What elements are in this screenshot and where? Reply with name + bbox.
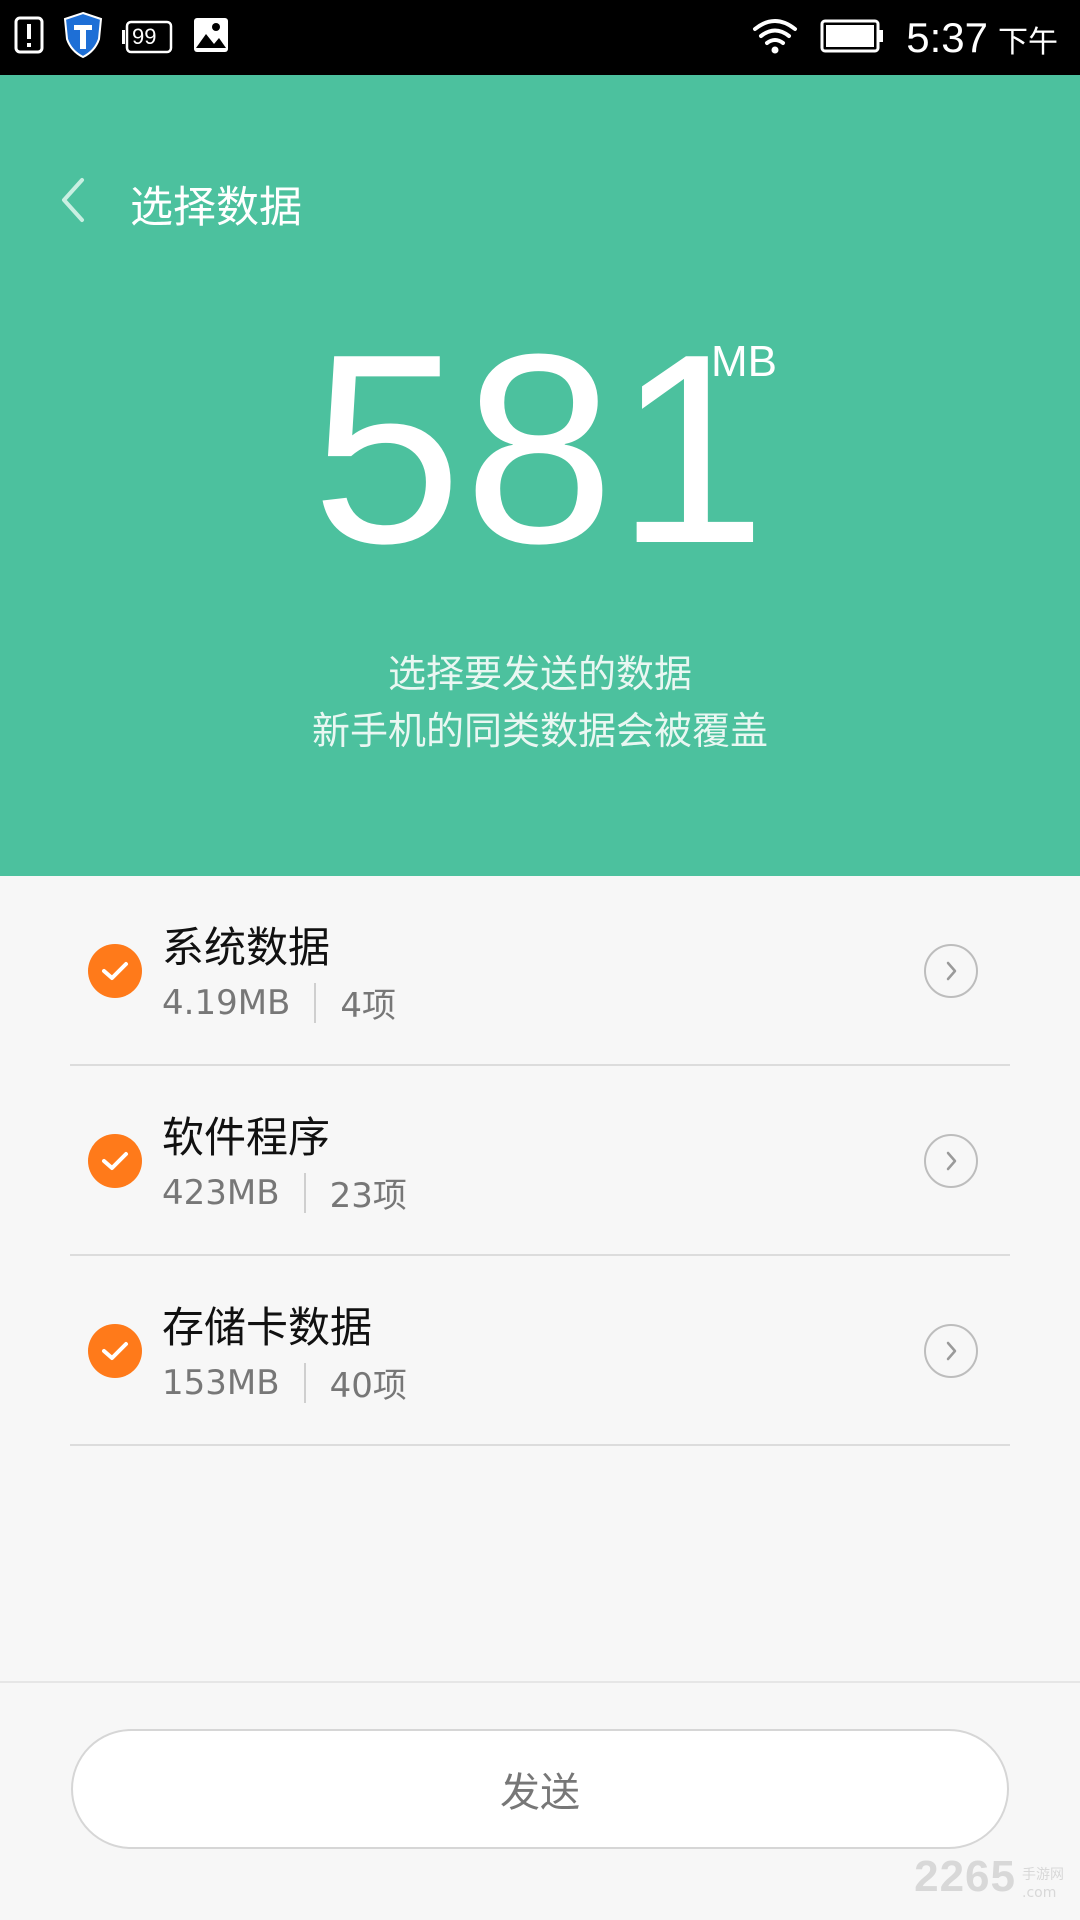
shield-icon (62, 11, 104, 63)
notification-count: 99 (132, 24, 157, 49)
check-icon (102, 1152, 128, 1170)
status-left-icons: 99 (14, 11, 230, 63)
divider (303, 1172, 306, 1213)
image-icon (192, 16, 230, 58)
watermark-suffix: .com (1022, 1885, 1057, 1901)
page-title: 选择数据 (130, 183, 302, 233)
item-size: 153MB (162, 1362, 280, 1403)
item-title: 系统数据 (162, 923, 331, 972)
item-count: 40项 (329, 1366, 407, 1406)
battery-icon (820, 19, 884, 57)
alert-icon (14, 16, 44, 58)
item-size: 4.19MB (162, 982, 291, 1023)
item-meta: 153MB 40项 (162, 1358, 407, 1407)
divider (314, 982, 317, 1023)
checkbox-apps[interactable] (88, 1134, 142, 1188)
back-button[interactable] (52, 170, 92, 230)
detail-button-system-data[interactable] (924, 944, 978, 998)
footer-divider (0, 1681, 1080, 1683)
status-right: 5:37 下午 (752, 8, 1058, 68)
item-size: 423MB (162, 1172, 280, 1213)
total-size-value: 581 (311, 299, 769, 600)
watermark-side: 手游网 .com (1022, 1866, 1064, 1902)
item-meta: 423MB 23项 (162, 1168, 407, 1217)
watermark-cn: 手游网 (1022, 1867, 1064, 1883)
checkbox-system-data[interactable] (88, 944, 142, 998)
subtitle-line-1: 选择要发送的数据 (387, 652, 692, 696)
item-title: 存储卡数据 (162, 1303, 373, 1352)
chevron-left-icon (62, 178, 84, 222)
wifi-icon (752, 17, 798, 59)
item-count: 4项 (340, 986, 397, 1026)
clock-ampm: 下午 (998, 26, 1058, 59)
watermark-main: 2265 (914, 1852, 1016, 1902)
checkbox-storage-card[interactable] (88, 1324, 142, 1378)
data-category-list: 系统数据 4.19MB 4项 软件程序 423MB 23项 存储卡数据 153M… (70, 876, 1010, 1446)
send-button[interactable]: 发送 (71, 1729, 1009, 1849)
list-item-storage-card[interactable]: 存储卡数据 153MB 40项 (70, 1256, 1010, 1446)
total-size-unit: MB (711, 337, 777, 386)
chevron-right-icon (946, 1341, 957, 1361)
watermark-number: 2265 (914, 1852, 1016, 1901)
detail-button-apps[interactable] (924, 1134, 978, 1188)
summary-header: 选择数据 581 MB 选择要发送的数据 新手机的同类数据会被覆盖 (0, 75, 1080, 876)
clock: 5:37 下午 (906, 14, 1058, 62)
list-item-system-data[interactable]: 系统数据 4.19MB 4项 (70, 876, 1010, 1066)
check-icon (102, 1342, 128, 1360)
item-meta: 4.19MB 4项 (162, 978, 396, 1027)
divider (303, 1362, 306, 1403)
clock-time: 5:37 (906, 14, 988, 61)
item-count: 23项 (329, 1176, 407, 1216)
chevron-right-icon (946, 961, 957, 981)
watermark: 2265 手游网 .com (914, 1852, 1064, 1902)
subtitle-line-2: 新手机的同类数据会被覆盖 (311, 709, 768, 753)
list-item-apps[interactable]: 软件程序 423MB 23项 (70, 1066, 1010, 1256)
status-bar: 99 5:37 下午 (0, 0, 1080, 75)
detail-button-storage-card[interactable] (924, 1324, 978, 1378)
check-icon (102, 962, 128, 980)
item-title: 软件程序 (162, 1113, 331, 1162)
chevron-right-icon (946, 1151, 957, 1171)
notification-count-icon: 99 (122, 19, 174, 55)
